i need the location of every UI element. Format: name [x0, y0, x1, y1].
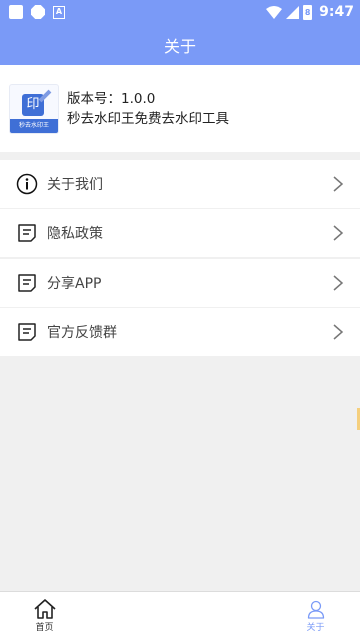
chevron-right-icon — [333, 324, 344, 340]
menu-item-about-us[interactable]: 关于我们 — [0, 160, 360, 208]
chevron-right-icon — [333, 275, 344, 291]
notification-a-icon: A — [53, 5, 65, 19]
chevron-right-icon — [333, 176, 344, 192]
tab-about-label: 关于 — [306, 622, 325, 633]
menu-item-label: 官方反馈群 — [47, 324, 117, 341]
document-icon — [16, 272, 38, 294]
info-icon — [16, 173, 38, 195]
battery-icon: 8 — [303, 4, 313, 20]
document-icon — [16, 321, 38, 343]
logo-caption: 秒去水印王 — [10, 118, 58, 133]
menu-item-label: 分享APP — [47, 275, 102, 292]
clock: 9:47 — [319, 4, 354, 20]
chevron-right-icon — [333, 225, 344, 241]
notification-square-icon — [9, 5, 23, 19]
status-bar: A 8 9:47 — [0, 0, 360, 24]
wifi-icon — [266, 5, 283, 19]
app-name: 秒去水印王免费去水印工具 — [67, 110, 229, 127]
user-icon — [307, 600, 324, 619]
document-icon — [16, 222, 38, 244]
app-info-card: 印 秒去水印王 版本号：1.0.0 秒去水印王免费去水印工具 — [0, 65, 360, 152]
tab-home[interactable]: 首页 — [0, 592, 180, 640]
app-logo: 印 秒去水印王 — [9, 83, 59, 134]
tab-home-label: 首页 — [35, 623, 54, 633]
title-bar: 关于 — [0, 24, 360, 65]
menu-item-privacy-policy[interactable]: 隐私政策 — [0, 209, 360, 258]
menu-item-feedback-group[interactable]: 官方反馈群 — [0, 307, 360, 356]
menu-item-label: 关于我们 — [47, 177, 103, 193]
app-version: 版本号：1.0.0 — [67, 90, 156, 107]
signal-icon — [286, 5, 300, 19]
menu-item-share-app[interactable]: 分享APP — [0, 258, 360, 307]
home-icon — [33, 599, 56, 619]
tab-about[interactable]: 关于 — [180, 592, 360, 640]
settings-list: 关于我们 隐私政策 分享APP 官方反馈群 — [0, 160, 360, 357]
page-title: 关于 — [163, 36, 196, 56]
notification-octagon-icon — [31, 5, 45, 19]
bottom-tab-bar: 首页 关于 — [0, 591, 360, 640]
menu-item-label: 隐私政策 — [47, 226, 103, 243]
